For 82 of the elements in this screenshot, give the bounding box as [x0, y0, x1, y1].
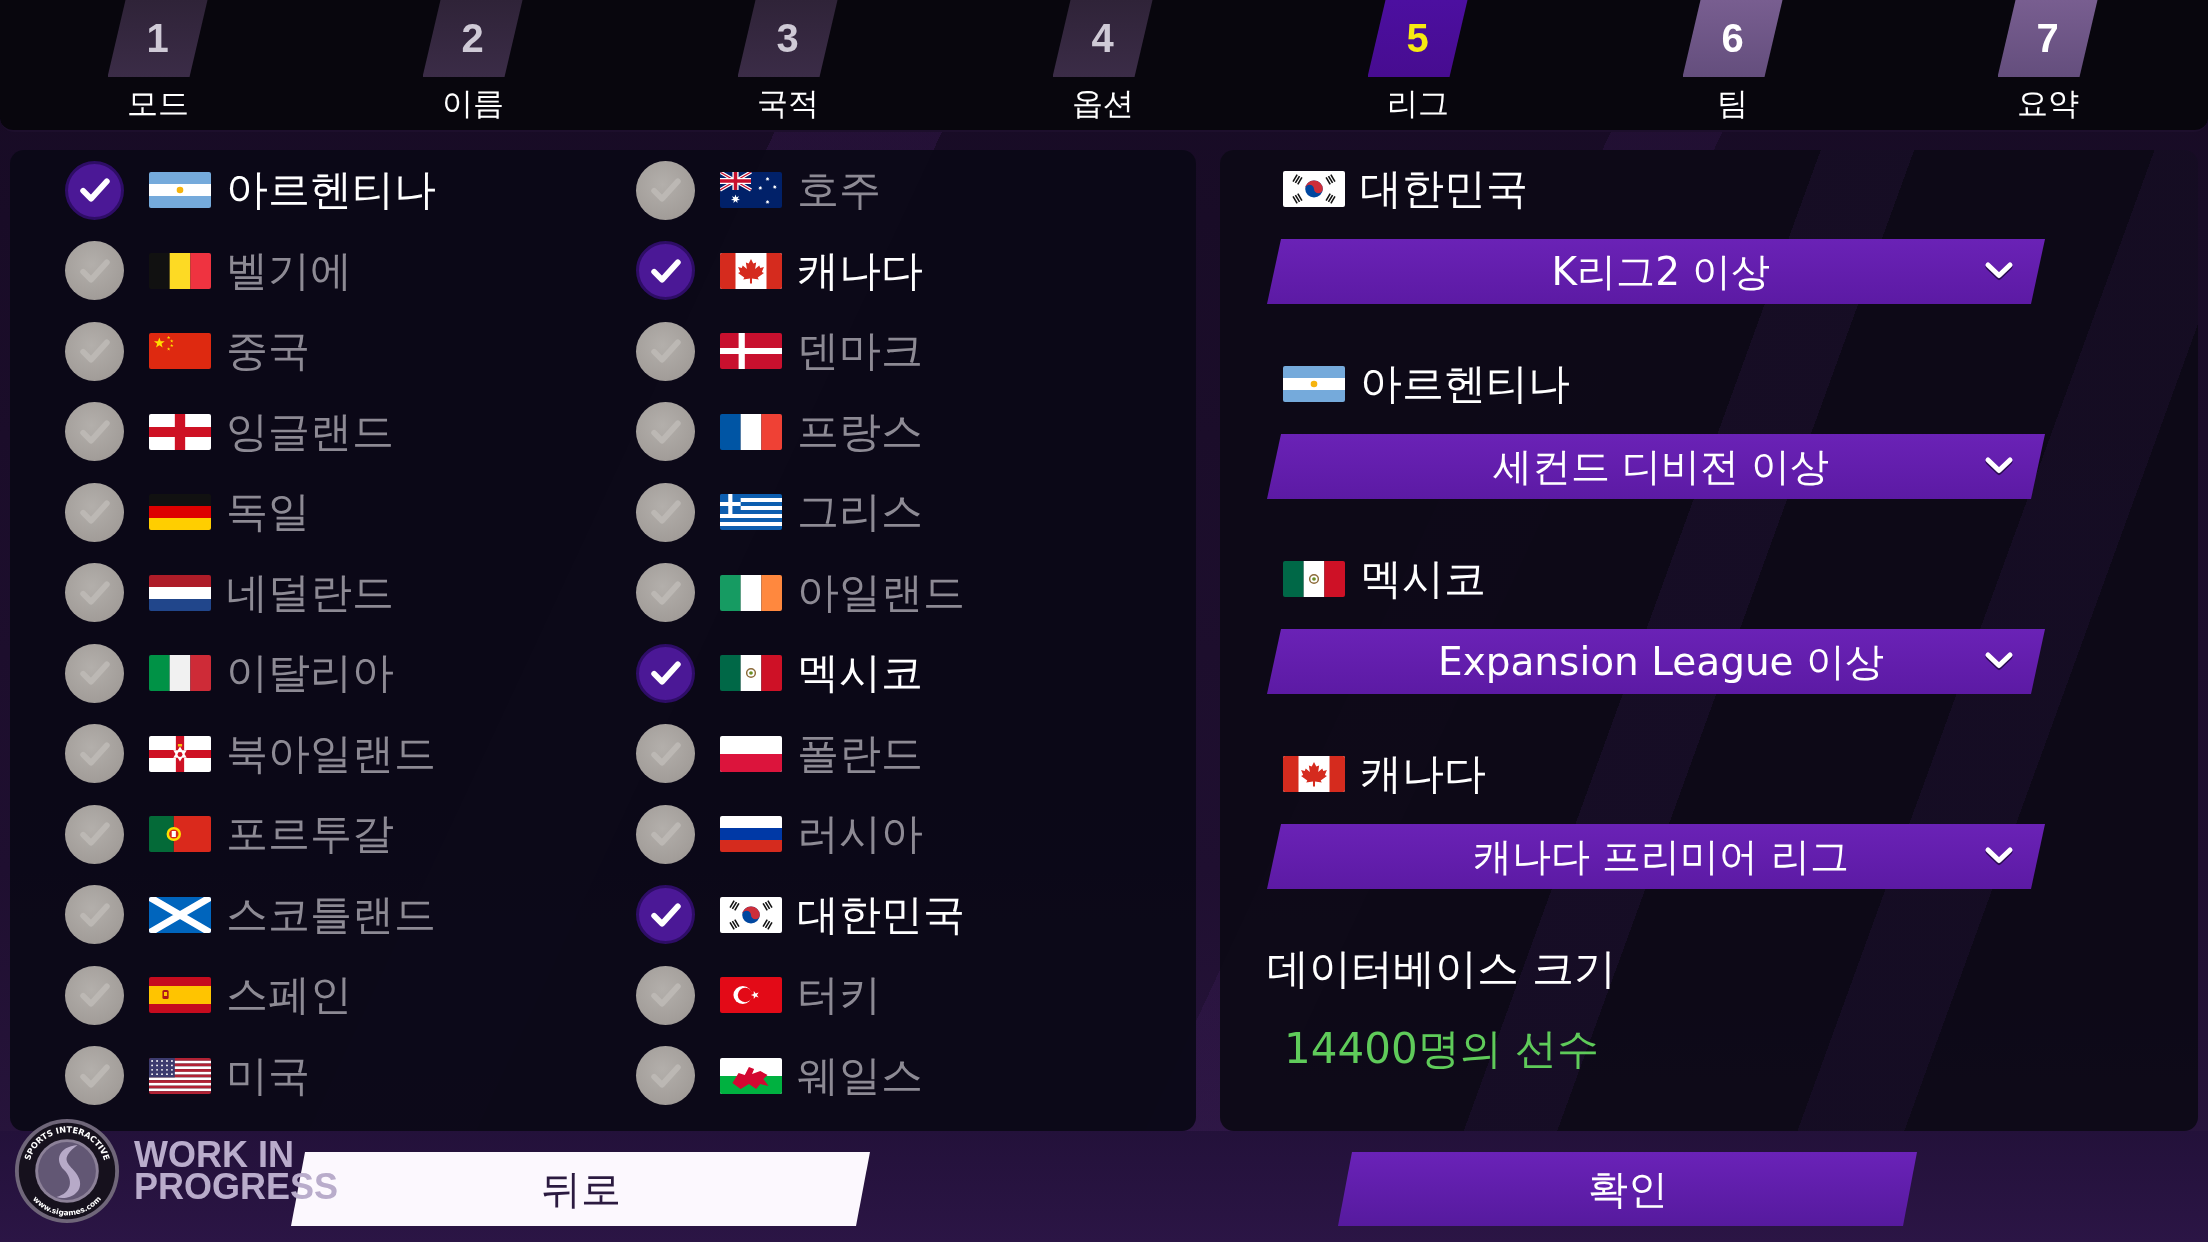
argentina-flag-icon — [149, 172, 211, 209]
south-korea-flag-icon — [1283, 171, 1345, 207]
nation-name: 터키 — [797, 969, 881, 1022]
step-label: 이름 — [441, 85, 504, 121]
nation-name: 북아일랜드 — [226, 727, 436, 780]
belgium-flag-icon — [149, 252, 211, 289]
nation-name: 잉글랜드 — [226, 405, 394, 458]
canada-flag-icon — [720, 252, 782, 289]
chevron-down-icon — [1983, 650, 2015, 673]
nation-name: 미국 — [226, 1049, 310, 1102]
turkey-flag-icon — [720, 977, 782, 1014]
league-dropdown[interactable]: 캐나다 프리미어 리그 — [1267, 824, 2045, 889]
portugal-flag-icon — [149, 816, 211, 853]
step-tab[interactable]: 6 — [1682, 0, 1783, 77]
nation-name: 러시아 — [797, 808, 923, 861]
step-tab[interactable]: 7 — [1997, 0, 2098, 77]
nation-name: 아일랜드 — [797, 566, 965, 619]
nation-name: 벨기에 — [226, 244, 352, 297]
nation-name: 덴마크 — [797, 325, 923, 378]
step-label: 요약 — [2016, 85, 2079, 121]
england-flag-icon — [149, 413, 211, 450]
step-tab[interactable]: 2 — [422, 0, 523, 77]
south-korea-flag-icon — [720, 896, 782, 933]
section-heading: 데이터베이스 크기 — [1267, 943, 1617, 995]
nation-name: 대한민국 — [797, 888, 965, 941]
step-tab[interactable]: 3 — [737, 0, 838, 77]
step-tab[interactable]: 4 — [1052, 0, 1153, 77]
nation-name: 독일 — [226, 486, 310, 539]
nation-name: 아르헨티나 — [1360, 358, 1570, 410]
australia-flag-icon — [720, 172, 782, 209]
denmark-flag-icon — [720, 333, 782, 370]
nation-name: 이탈리아 — [226, 647, 394, 700]
chevron-down-icon — [1983, 845, 2015, 868]
mexico-flag-icon — [1283, 561, 1345, 597]
nation-name: 아르헨티나 — [226, 164, 436, 217]
nation-name: 멕시코 — [797, 647, 923, 700]
nation-name: 캐나다 — [797, 244, 923, 297]
china-flag-icon — [149, 333, 211, 370]
step-label: 리그 — [1386, 85, 1449, 121]
nation-name: 웨일스 — [797, 1049, 923, 1102]
spain-flag-icon — [149, 977, 211, 1014]
step-tab[interactable]: 5 — [1367, 0, 1468, 77]
step-label: 국적 — [756, 85, 819, 121]
nation-name: 스페인 — [226, 969, 352, 1022]
nation-name: 중국 — [226, 325, 310, 378]
france-flag-icon — [720, 413, 782, 450]
usa-flag-icon — [149, 1057, 211, 1094]
northern-ireland-flag-icon — [149, 735, 211, 772]
mexico-flag-icon — [720, 655, 782, 692]
germany-flag-icon — [149, 494, 211, 531]
canada-flag-icon — [1283, 756, 1345, 792]
nation-name: 포르투갈 — [226, 808, 394, 861]
netherlands-flag-icon — [149, 574, 211, 611]
argentina-flag-icon — [1283, 366, 1345, 402]
nation-name: 폴란드 — [797, 727, 923, 780]
nation-name: 호주 — [797, 164, 881, 217]
nation-name: 멕시코 — [1360, 553, 1486, 605]
league-dropdown[interactable]: 세컨드 디비전 이상 — [1267, 434, 2045, 499]
build-status-text: WORK IN — [134, 1139, 294, 1171]
wales-flag-icon — [720, 1057, 782, 1094]
step-label: 옵션 — [1071, 85, 1134, 121]
russia-flag-icon — [720, 816, 782, 853]
poland-flag-icon — [720, 735, 782, 772]
chevron-down-icon — [1983, 260, 2015, 283]
ireland-flag-icon — [720, 574, 782, 611]
step-label: 팀 — [1717, 85, 1748, 121]
player-count-text: 14400명의 선수 — [1284, 1023, 1599, 1075]
league-dropdown[interactable]: Expansion League 이상 — [1267, 629, 2045, 694]
italy-flag-icon — [149, 655, 211, 692]
greece-flag-icon — [720, 494, 782, 531]
confirm-button[interactable]: 확인 — [1338, 1152, 1917, 1226]
step-label: 모드 — [126, 85, 189, 121]
scotland-flag-icon — [149, 896, 211, 933]
nation-name: 프랑스 — [797, 405, 923, 458]
nation-name: 네덜란드 — [226, 566, 394, 619]
nation-name: 스코틀랜드 — [226, 888, 436, 941]
step-tab[interactable]: 1 — [107, 0, 208, 77]
nation-name: 그리스 — [797, 486, 923, 539]
nation-name: 대한민국 — [1360, 163, 1528, 215]
league-dropdown[interactable]: K리그2 이상 — [1267, 239, 2045, 304]
chevron-down-icon — [1983, 455, 2015, 478]
nation-name: 캐나다 — [1360, 748, 1486, 800]
